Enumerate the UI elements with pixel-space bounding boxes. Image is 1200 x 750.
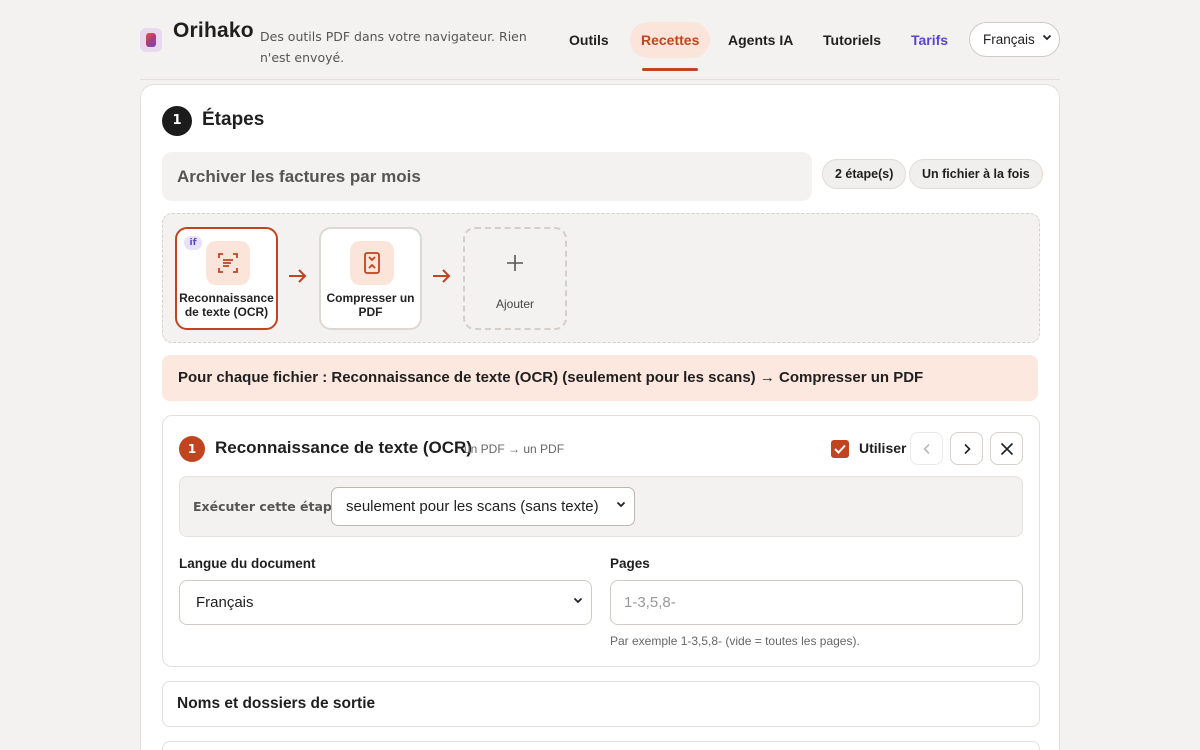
chevron-down-icon xyxy=(616,488,626,525)
add-step-button[interactable]: Ajouter xyxy=(463,227,567,330)
nav-recipes[interactable]: Recettes xyxy=(630,22,711,71)
app-logo-icon[interactable] xyxy=(140,28,162,52)
chevron-left-icon xyxy=(922,443,930,455)
use-step-checkbox[interactable] xyxy=(831,440,849,458)
language-field-label: Langue du document xyxy=(179,556,316,571)
document-language-value: Français xyxy=(196,594,254,611)
conditional-tag: if xyxy=(184,236,202,250)
nav-ai-agents[interactable]: Agents IA xyxy=(717,22,804,58)
output-names-section[interactable]: Noms et dossiers de sortie xyxy=(162,681,1040,727)
nav-pricing[interactable]: Tarifs xyxy=(900,22,959,58)
arrow-right-icon xyxy=(431,266,453,290)
plus-icon xyxy=(465,251,565,279)
recipe-summary: Pour chaque fichier : Reconnaissance de … xyxy=(162,355,1038,401)
language-select-value: Français xyxy=(983,32,1035,47)
recipe-card: 1 Étapes Archiver les factures par mois … xyxy=(140,84,1060,750)
condition-row: Exécuter cette étape seulement pour les … xyxy=(179,476,1023,537)
tagline: Des outils PDF dans votre navigateur. Ri… xyxy=(260,29,527,65)
condition-select[interactable]: seulement pour les scans (sans texte) xyxy=(331,487,635,526)
step-number-badge: 1 xyxy=(179,436,205,462)
recipe-name-input[interactable]: Archiver les factures par mois xyxy=(162,152,812,201)
steps-count-pill[interactable]: 2 étape(s) xyxy=(822,159,907,189)
add-step-label: Ajouter xyxy=(495,297,535,311)
section-title: Étapes xyxy=(202,109,265,130)
step-detail-card: 1 Reconnaissance de texte (OCR) un PDF →… xyxy=(162,415,1040,667)
arrow-right-icon xyxy=(287,266,309,290)
pages-hint: Par exemple 1-3,5,8- (vide = toutes les … xyxy=(610,634,860,648)
document-language-select[interactable]: Français xyxy=(179,580,592,625)
brand-name[interactable]: Orihako xyxy=(173,19,254,43)
flow-step-label: Compresser un PDF xyxy=(326,291,415,319)
chevron-down-icon xyxy=(573,581,583,624)
chevron-down-icon xyxy=(1042,23,1052,56)
step-io-hint: un PDF → un PDF xyxy=(464,442,565,456)
pages-input[interactable]: 1-3,5,8- xyxy=(610,580,1023,625)
section-number-badge: 1 xyxy=(162,106,192,136)
flow-step-ocr[interactable]: if Reconnaissance de texte (OCR) xyxy=(175,227,278,330)
chevron-right-icon xyxy=(963,443,971,455)
nav-tutorials[interactable]: Tutoriels xyxy=(812,22,892,58)
move-step-left-button[interactable] xyxy=(910,432,943,465)
flow-step-label: Reconnaissance de texte (OCR) xyxy=(179,291,274,319)
condition-select-value: seulement pour les scans (sans texte) xyxy=(346,498,599,515)
nav-tools[interactable]: Outils xyxy=(558,22,620,58)
move-step-right-button[interactable] xyxy=(950,432,983,465)
ocr-icon xyxy=(206,241,250,285)
step-title: Reconnaissance de texte (OCR) xyxy=(215,438,472,457)
processing-mode-pill[interactable]: Un fichier à la fois xyxy=(909,159,1043,189)
close-icon xyxy=(1000,442,1013,456)
next-section[interactable] xyxy=(162,741,1040,750)
flow-step-compress[interactable]: Compresser un PDF xyxy=(319,227,422,330)
top-header: Orihako Des outils PDF dans votre naviga… xyxy=(140,0,1060,80)
language-select[interactable]: Français xyxy=(969,22,1060,57)
use-step-label[interactable]: Utiliser xyxy=(859,440,906,456)
compress-icon xyxy=(350,241,394,285)
steps-flow: if Reconnaissance de texte (OCR) Compres… xyxy=(162,213,1040,343)
remove-step-button[interactable] xyxy=(990,432,1023,465)
condition-label: Exécuter cette étape xyxy=(193,499,341,514)
pages-field-label: Pages xyxy=(610,556,650,571)
